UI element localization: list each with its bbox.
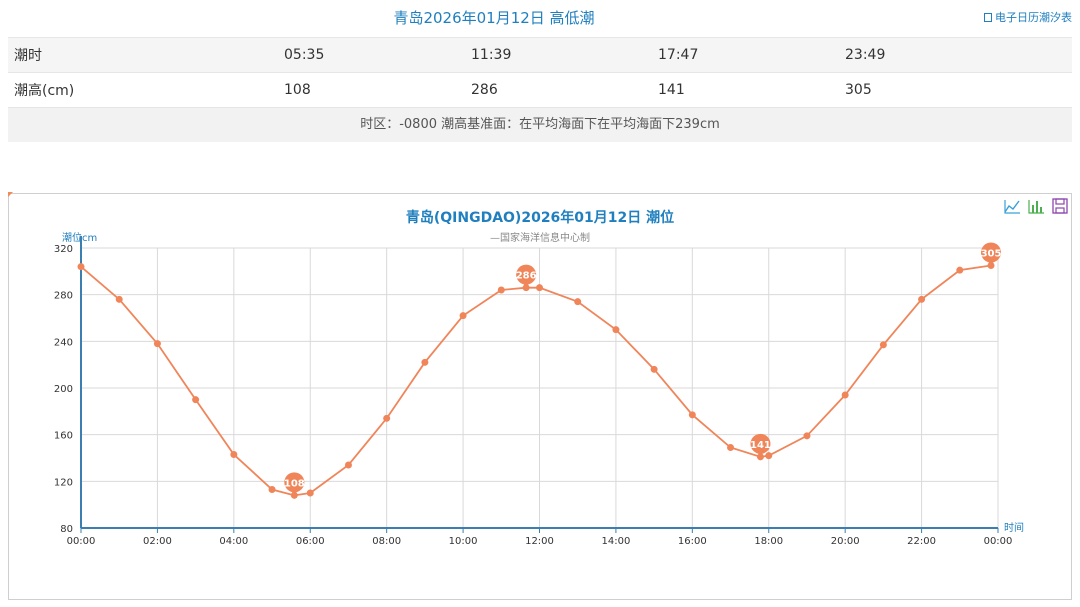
data-point [536,284,543,292]
marker-label: 141 [750,440,771,451]
data-point [765,452,773,460]
x-tick-label: 14:00 [602,536,631,547]
y-tick-label: 200 [54,384,73,395]
x-tick-label: 00:00 [984,536,1013,547]
y-tick-label: 160 [54,431,73,442]
x-axis-label: 时间 [1004,521,1024,534]
data-point [344,461,352,469]
data-point [918,295,926,303]
x-tick-label: 06:00 [296,536,325,547]
y-axis-label: 潮位cm [62,231,97,244]
y-tick-label: 80 [60,524,73,535]
data-point [956,266,964,274]
x-tick-label: 02:00 [143,536,172,547]
x-tick-label: 08:00 [372,536,401,547]
data-point [497,286,505,294]
data-point [115,295,123,303]
x-tick-label: 04:00 [219,536,248,547]
data-point [879,341,887,349]
y-tick-label: 280 [54,291,73,302]
data-point [459,312,467,320]
data-point [153,340,161,348]
data-point [688,411,696,419]
x-tick-label: 12:00 [525,536,554,547]
data-point [841,391,849,399]
data-point [803,432,811,440]
data-point [192,396,200,404]
data-point [77,263,85,271]
data-point [650,365,658,373]
data-point [574,298,582,306]
x-tick-label: 16:00 [678,536,707,547]
x-tick-label: 10:00 [449,536,478,547]
tide-chart: 青岛(QINGDAO)2026年01月12日 潮位 —国家海洋信息中心制 潮位c… [54,209,1024,547]
data-point [268,486,276,493]
x-tick-label: 00:00 [67,536,96,547]
marker-label: 305 [981,249,1002,260]
data-point [612,326,620,334]
tide-line [80,264,992,497]
data-point [230,451,238,458]
data-point [306,489,314,497]
x-tick-label: 22:00 [907,536,936,547]
y-tick-label: 320 [54,244,73,255]
marker-label: 108 [284,478,305,489]
data-point [421,358,429,366]
marker-label: 286 [516,271,537,282]
y-tick-label: 120 [54,477,73,488]
data-point [383,414,391,422]
x-tick-label: 18:00 [754,536,783,547]
y-tick-label: 240 [54,337,73,348]
x-tick-label: 20:00 [831,536,860,547]
chart-subtitle: —国家海洋信息中心制 [490,231,590,244]
data-point [727,444,735,451]
chart-title: 青岛(QINGDAO)2026年01月12日 潮位 [406,209,674,226]
